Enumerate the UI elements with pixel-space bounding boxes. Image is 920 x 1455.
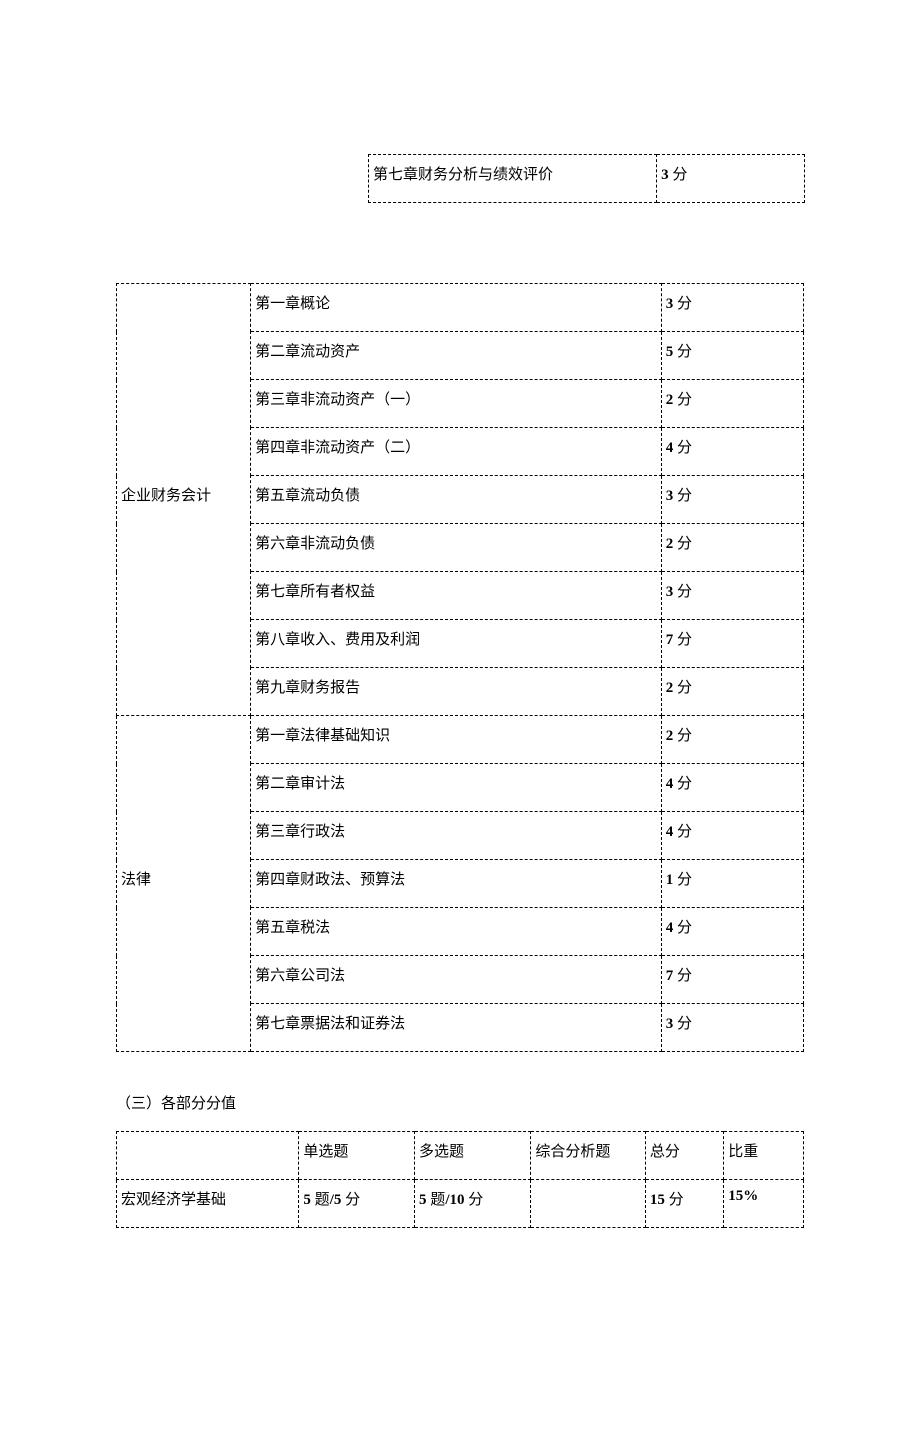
table-row: 第七章财务分析与绩效评价 3 分	[369, 155, 805, 203]
score-cell: 5 分	[661, 332, 803, 380]
score-cell: 3 分	[661, 572, 803, 620]
chapter-cell: 第二章审计法	[251, 764, 662, 812]
table-header-row: 单选题 多选题 综合分析题 总分 比重	[117, 1132, 804, 1180]
score-suffix: 分	[673, 632, 692, 648]
num: /10	[445, 1192, 464, 1208]
score-cell: 3 分	[661, 476, 803, 524]
score-number: 3	[661, 167, 669, 183]
score-suffix: 分	[673, 344, 692, 360]
header-analysis: 综合分析题	[531, 1132, 646, 1180]
header-single-choice: 单选题	[299, 1132, 415, 1180]
header-total: 总分	[645, 1132, 723, 1180]
num: 5	[303, 1192, 311, 1208]
num: 15	[650, 1192, 665, 1208]
score-suffix: 分	[673, 1016, 692, 1032]
chapter-cell: 第一章概论	[251, 284, 662, 332]
category-cell: 企业财务会计	[117, 284, 251, 716]
score-cell: 7 分	[661, 956, 803, 1004]
section-heading: （三）各部分分值	[116, 1092, 804, 1113]
score-cell: 7 分	[661, 620, 803, 668]
table-row: 法律 第一章法律基础知识 2 分	[117, 716, 804, 764]
header-weight: 比重	[724, 1132, 804, 1180]
score-cell: 4 分	[661, 812, 803, 860]
single-choice-cell: 5 题/5 分	[299, 1180, 415, 1228]
analysis-cell	[531, 1180, 646, 1228]
score-suffix: 分	[673, 536, 692, 552]
chapter-cell: 第三章非流动资产（一）	[251, 380, 662, 428]
score-cell: 4 分	[661, 908, 803, 956]
chapter-cell: 第四章非流动资产（二）	[251, 428, 662, 476]
score-cell: 3 分	[661, 1004, 803, 1052]
table-row: 企业财务会计 第一章概论 3 分	[117, 284, 804, 332]
weight-cell: 15%	[724, 1180, 804, 1228]
score-suffix: 分	[673, 680, 692, 696]
score-suffix: 分	[673, 584, 692, 600]
chapter-cell: 第六章非流动负债	[251, 524, 662, 572]
category-cell: 法律	[117, 716, 251, 1052]
chapter-score-table: 企业财务会计 第一章概论 3 分 第二章流动资产 5 分 第三章非流动资产（一）…	[116, 283, 804, 1052]
score-cell: 2 分	[661, 524, 803, 572]
txt: 分	[665, 1192, 684, 1208]
table-row: 宏观经济学基础 5 题/5 分 5 题/10 分 15 分 15%	[117, 1180, 804, 1228]
score-cell: 2 分	[661, 668, 803, 716]
num: 5	[419, 1192, 427, 1208]
score-cell: 4 分	[661, 428, 803, 476]
score-suffix: 分	[669, 167, 688, 183]
subject-cell: 宏观经济学基础	[117, 1180, 299, 1228]
chapter-cell: 第五章税法	[251, 908, 662, 956]
header-multi-choice: 多选题	[415, 1132, 531, 1180]
score-suffix: 分	[673, 776, 692, 792]
score-suffix: 分	[673, 824, 692, 840]
chapter-cell: 第五章流动负债	[251, 476, 662, 524]
score-suffix: 分	[673, 872, 692, 888]
chapter-cell: 第七章票据法和证券法	[251, 1004, 662, 1052]
score-cell: 2 分	[661, 380, 803, 428]
chapter-cell: 第一章法律基础知识	[251, 716, 662, 764]
score-suffix: 分	[673, 392, 692, 408]
chapter-cell: 第三章行政法	[251, 812, 662, 860]
chapter-cell: 第七章财务分析与绩效评价	[369, 155, 657, 203]
header-blank	[117, 1132, 299, 1180]
score-cell: 2 分	[661, 716, 803, 764]
score-suffix: 分	[673, 296, 692, 312]
score-suffix: 分	[673, 488, 692, 504]
total-cell: 15 分	[645, 1180, 723, 1228]
chapter-cell: 第二章流动资产	[251, 332, 662, 380]
orphan-chapter-table: 第七章财务分析与绩效评价 3 分	[368, 154, 805, 203]
chapter-cell: 第四章财政法、预算法	[251, 860, 662, 908]
chapter-cell: 第八章收入、费用及利润	[251, 620, 662, 668]
txt: 分	[464, 1192, 483, 1208]
chapter-cell: 第七章所有者权益	[251, 572, 662, 620]
score-cell: 3 分	[661, 284, 803, 332]
num: /5	[330, 1192, 342, 1208]
score-suffix: 分	[673, 968, 692, 984]
chapter-cell: 第六章公司法	[251, 956, 662, 1004]
txt: 分	[341, 1192, 360, 1208]
score-cell: 4 分	[661, 764, 803, 812]
score-distribution-table: 单选题 多选题 综合分析题 总分 比重 宏观经济学基础 5 题/5 分 5 题/…	[116, 1131, 804, 1228]
txt: 题	[311, 1192, 330, 1208]
score-suffix: 分	[673, 728, 692, 744]
score-cell: 1 分	[661, 860, 803, 908]
score-cell: 3 分	[657, 155, 805, 203]
score-suffix: 分	[673, 440, 692, 456]
txt: 题	[427, 1192, 446, 1208]
score-suffix: 分	[673, 920, 692, 936]
chapter-cell: 第九章财务报告	[251, 668, 662, 716]
multi-choice-cell: 5 题/10 分	[415, 1180, 531, 1228]
